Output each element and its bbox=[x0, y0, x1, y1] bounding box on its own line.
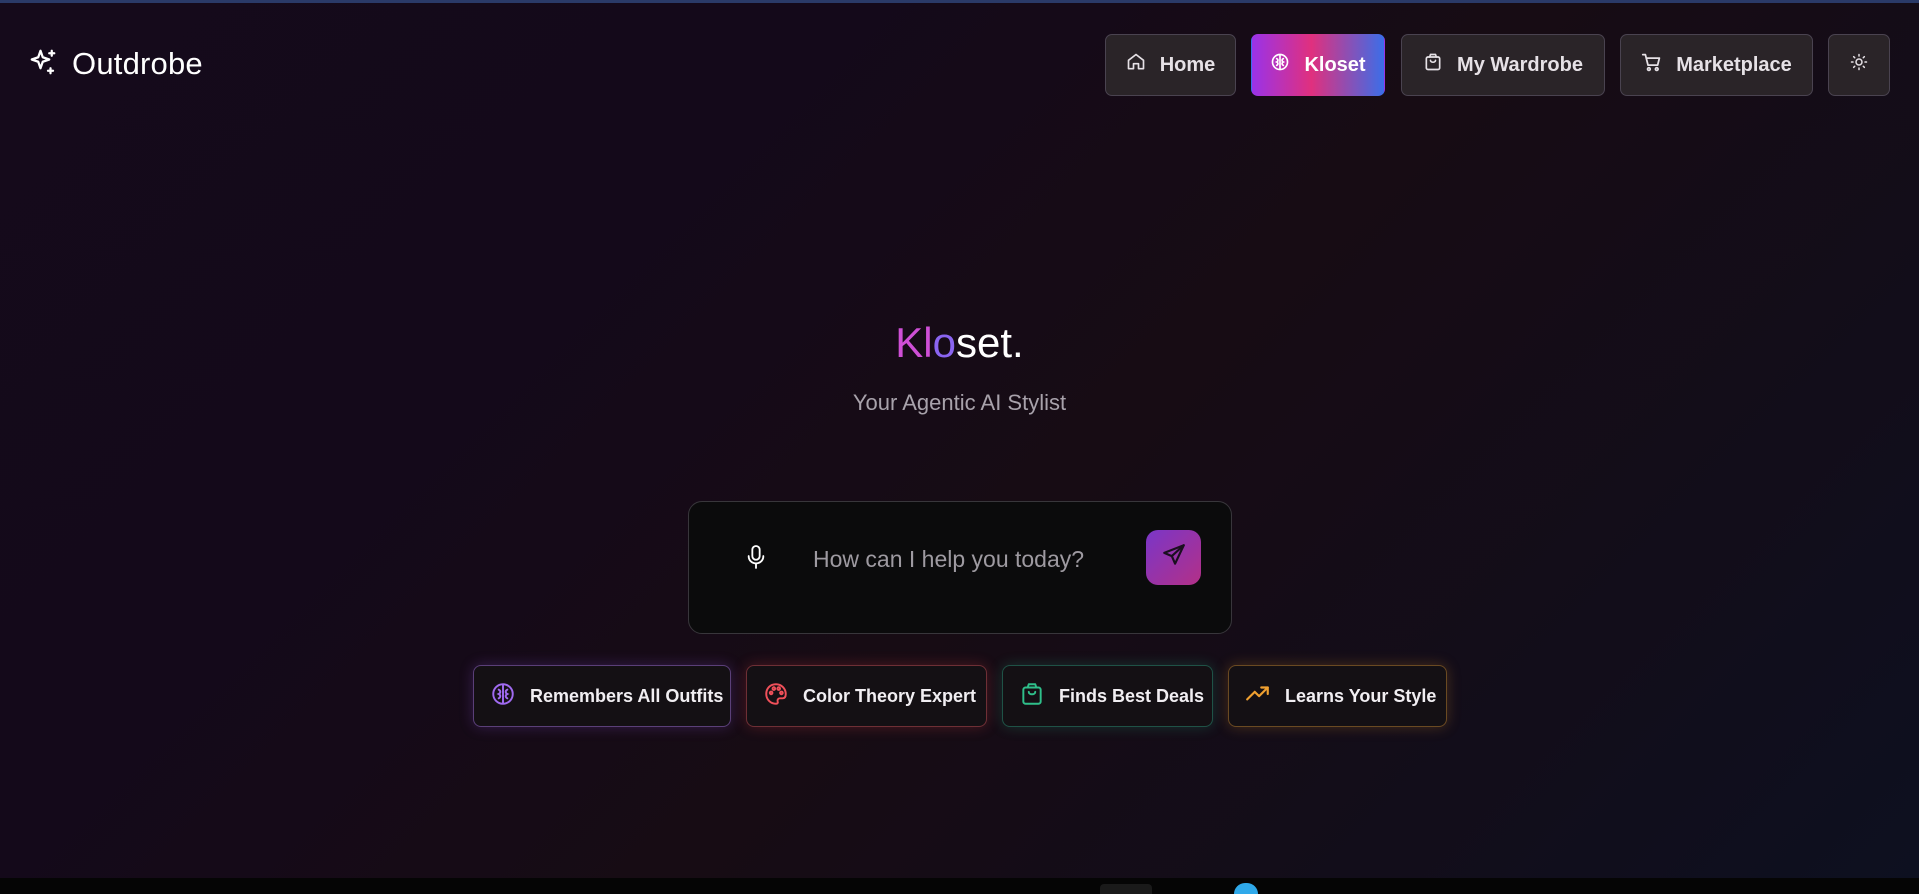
chat-box bbox=[688, 501, 1232, 634]
nav-my-wardrobe-label: My Wardrobe bbox=[1457, 53, 1583, 76]
nav-marketplace-button[interactable]: Marketplace bbox=[1620, 34, 1813, 96]
microphone-button[interactable] bbox=[741, 544, 771, 574]
hero-title-part-3: set. bbox=[956, 319, 1024, 366]
palette-icon bbox=[763, 681, 789, 712]
hero-subtitle: Your Agentic AI Stylist bbox=[852, 390, 1067, 415]
nav-kloset-label: Kloset bbox=[1304, 53, 1366, 76]
home-icon bbox=[1126, 52, 1146, 78]
nav-kloset-button[interactable]: Kloset bbox=[1251, 34, 1385, 96]
taskbar bbox=[0, 878, 1919, 894]
feature-label: Color Theory Expert bbox=[803, 685, 977, 706]
taskbar-item[interactable] bbox=[1100, 884, 1152, 894]
shopping-bag-icon bbox=[1423, 52, 1443, 78]
feature-label: Learns Your Style bbox=[1285, 685, 1437, 706]
feature-label: Finds Best Deals bbox=[1059, 685, 1205, 706]
hero-title-part-2: o bbox=[932, 319, 956, 366]
hero-title: Kloset. bbox=[0, 318, 1919, 368]
app-logo[interactable]: Outdrobe bbox=[28, 44, 203, 84]
feature-learns-your-style[interactable]: Learns Your Style bbox=[1228, 665, 1447, 727]
shopping-bag-icon bbox=[1019, 681, 1045, 712]
window-top-border bbox=[0, 0, 1919, 3]
trending-up-icon bbox=[1245, 681, 1271, 712]
cart-icon bbox=[1641, 52, 1662, 79]
hero-title-part-1: Kl bbox=[895, 319, 933, 366]
feature-color-theory-expert[interactable]: Color Theory Expert bbox=[746, 665, 987, 727]
send-icon bbox=[1161, 542, 1187, 573]
app-name: Outdrobe bbox=[72, 46, 203, 81]
brain-icon bbox=[490, 681, 516, 712]
nav-my-wardrobe-button[interactable]: My Wardrobe bbox=[1401, 34, 1605, 96]
theme-toggle-button[interactable] bbox=[1828, 34, 1890, 96]
feature-label: Remembers All Outfits bbox=[530, 685, 724, 706]
taskbar-item[interactable] bbox=[1234, 883, 1258, 894]
microphone-icon bbox=[745, 544, 767, 575]
send-button[interactable] bbox=[1146, 530, 1201, 585]
feature-finds-best-deals[interactable]: Finds Best Deals bbox=[1002, 665, 1213, 727]
sparkles-icon bbox=[28, 47, 58, 82]
chat-input[interactable] bbox=[813, 540, 1123, 578]
nav-home-button[interactable]: Home bbox=[1105, 34, 1236, 96]
feature-remembers-all-outfits[interactable]: Remembers All Outfits bbox=[473, 665, 731, 727]
nav-marketplace-label: Marketplace bbox=[1676, 53, 1792, 76]
nav-home-label: Home bbox=[1159, 53, 1216, 76]
brain-icon bbox=[1270, 52, 1290, 78]
sun-icon bbox=[1850, 53, 1868, 77]
